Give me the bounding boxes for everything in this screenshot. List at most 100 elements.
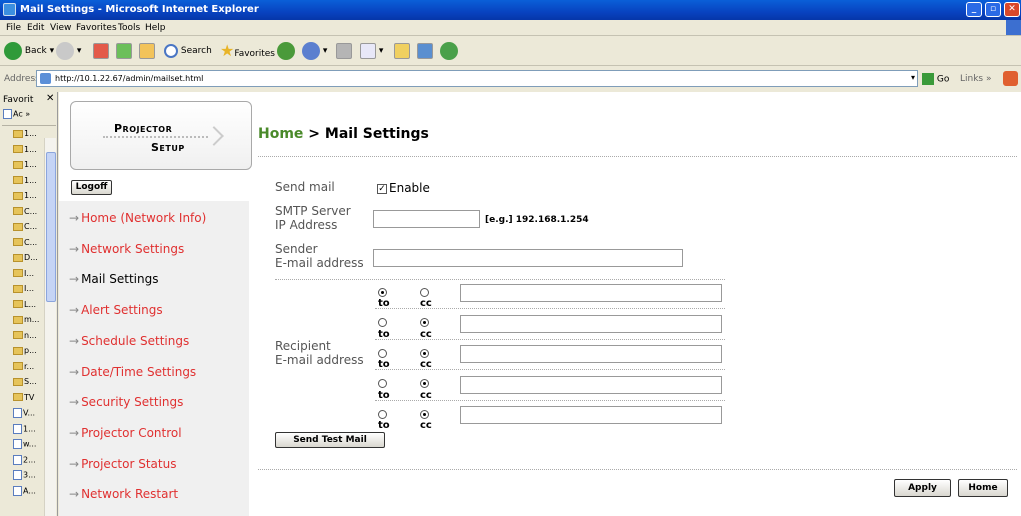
address-dropdown-icon[interactable]: ▾ — [911, 73, 915, 82]
messenger-button[interactable] — [440, 41, 458, 61]
back-arrow-icon — [4, 41, 22, 60]
favorite-item[interactable]: 1... — [13, 129, 37, 141]
nav-item[interactable]: → Projector Control — [69, 426, 182, 440]
close-pane-icon[interactable]: ✕ — [46, 93, 54, 104]
favorite-item[interactable]: r... — [13, 362, 34, 374]
sender-email-input[interactable] — [373, 249, 683, 267]
favorites-scrollbar[interactable] — [44, 138, 56, 516]
research-button[interactable] — [417, 41, 433, 61]
favorite-item[interactable]: C... — [13, 222, 37, 234]
home-toolbar-button[interactable] — [139, 41, 155, 61]
close-icon[interactable]: ✕ — [1004, 2, 1020, 17]
favorite-item[interactable]: V... — [13, 408, 35, 420]
folder-icon — [13, 222, 23, 231]
recipient-cc-radio[interactable]: cc — [420, 287, 432, 309]
refresh-icon — [116, 42, 132, 59]
favorite-item[interactable]: w... — [13, 439, 36, 451]
menu-favorites[interactable]: Favorites — [76, 23, 117, 33]
nav-item[interactable]: → Mail Settings — [69, 272, 158, 286]
favorite-item[interactable]: m... — [13, 315, 39, 327]
favorite-item[interactable]: L... — [13, 300, 36, 312]
menu-tools[interactable]: Tools — [118, 23, 140, 33]
smtp-ip-input[interactable] — [373, 210, 480, 228]
nav-item[interactable]: → Date/Time Settings — [69, 365, 196, 379]
address-input[interactable]: http://10.1.22.67/admin/mailset.html ▾ — [36, 70, 918, 87]
maximize-icon[interactable]: ▫ — [985, 2, 1001, 17]
edit-button[interactable]: ▾ — [360, 41, 383, 61]
add-favorite-button[interactable]: Ac » — [3, 109, 30, 119]
recipient-cc-radio[interactable]: cc — [420, 379, 432, 401]
minimize-icon[interactable]: _ — [966, 2, 982, 17]
favorite-item[interactable]: 1... — [13, 145, 37, 157]
logo-line-1: Projector — [114, 122, 173, 135]
refresh-button[interactable] — [116, 41, 132, 61]
recipient-email-input[interactable] — [460, 314, 722, 333]
nav-item[interactable]: → Security Settings — [69, 395, 183, 409]
recipient-cc-radio[interactable]: cc — [420, 409, 432, 431]
folder-icon — [13, 145, 23, 153]
favorite-item[interactable]: S... — [13, 377, 37, 389]
toolbar-extra-icon[interactable] — [1003, 71, 1018, 86]
nav-item-label: Alert Settings — [81, 303, 163, 318]
recipient-to-radio[interactable]: to — [378, 409, 390, 431]
enable-checkbox[interactable]: ✓ Enable — [377, 181, 430, 195]
history-button[interactable] — [277, 41, 295, 61]
sender-divider — [275, 279, 725, 280]
logoff-button[interactable]: Logoff — [71, 180, 112, 195]
forward-button[interactable]: ▾ — [56, 41, 81, 61]
go-button[interactable]: Go — [922, 73, 949, 85]
favorite-item[interactable]: 1... — [13, 160, 37, 172]
back-button[interactable]: Back ▾ — [4, 41, 54, 61]
nav-item[interactable]: → Network Settings — [69, 242, 184, 256]
nav-item[interactable]: → Home (Network Info) — [69, 211, 206, 225]
favorites-pane: Favorit ✕ Ac » 1... 1... 1... 1... 1... C... C… — [0, 92, 58, 516]
favorite-item[interactable]: 3... — [13, 470, 36, 482]
favorite-item[interactable]: 1... — [13, 176, 37, 188]
favorite-item[interactable]: D... — [13, 253, 38, 265]
links-label[interactable]: Links » — [960, 74, 992, 84]
search-button[interactable]: Search — [164, 41, 212, 61]
recipient-email-input[interactable] — [460, 345, 722, 363]
favorite-item[interactable]: 1... — [13, 423, 36, 436]
stop-button[interactable] — [93, 41, 109, 61]
scrollbar-thumb[interactable] — [46, 152, 56, 302]
nav-item[interactable]: → Projector Status — [69, 457, 176, 471]
favorite-item[interactable]: A... — [13, 485, 36, 498]
folder-icon — [13, 362, 23, 370]
nav-item[interactable]: → Alert Settings — [69, 303, 163, 317]
breadcrumb-home-link[interactable]: Home — [258, 126, 303, 142]
recipient-email-input[interactable] — [460, 284, 722, 302]
favorite-item[interactable]: p... — [13, 346, 37, 358]
favorite-item[interactable]: I... — [13, 269, 34, 281]
favorites-button[interactable]: ★Favorites — [220, 41, 275, 61]
nav-item[interactable]: → Network Restart — [69, 487, 178, 501]
favorite-item[interactable]: C... — [13, 238, 37, 250]
menu-view[interactable]: View — [50, 23, 71, 33]
send-test-mail-button[interactable]: Send Test Mail — [275, 432, 385, 448]
recipient-cc-radio[interactable]: cc — [420, 318, 432, 340]
menu-edit[interactable]: Edit — [27, 23, 44, 33]
favorite-item[interactable]: 1... — [13, 191, 37, 203]
home-button[interactable]: Home — [958, 479, 1008, 497]
favorite-item[interactable]: TV — [13, 393, 34, 405]
apply-button[interactable]: Apply — [894, 479, 951, 497]
recipient-email-input[interactable] — [460, 375, 722, 394]
recipient-to-radio[interactable]: to — [378, 318, 390, 340]
recipient-to-radio[interactable]: to — [378, 287, 390, 309]
mail-button[interactable]: ▾ — [302, 41, 327, 61]
menu-file[interactable]: File — [6, 23, 21, 33]
recipient-to-radio[interactable]: to — [378, 348, 390, 370]
favorite-item[interactable]: C... — [13, 207, 37, 219]
print-button[interactable] — [336, 41, 352, 61]
recipient-to-radio[interactable]: to — [378, 379, 390, 401]
nav-item[interactable]: → Schedule Settings — [69, 334, 189, 348]
menu-help[interactable]: Help — [145, 23, 166, 33]
folder-button[interactable] — [394, 41, 410, 61]
favorite-item[interactable]: I... — [13, 284, 34, 296]
radio-icon — [420, 409, 429, 419]
favorite-item[interactable]: n... — [13, 331, 37, 343]
nav-item-label: Security Settings — [81, 395, 184, 410]
recipient-cc-radio[interactable]: cc — [420, 348, 432, 370]
recipient-email-input[interactable] — [460, 406, 722, 424]
favorite-item[interactable]: 2... — [13, 454, 36, 467]
